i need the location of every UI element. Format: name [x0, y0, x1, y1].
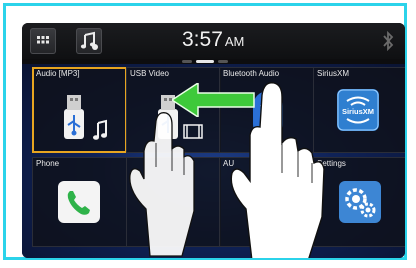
clock: 3:57 AM	[182, 28, 244, 52]
bluetooth-status-icon	[383, 30, 394, 52]
tile-label: USB Video	[130, 69, 169, 78]
head-unit-screen: 3:57 AM Audio [MP3] USB Video Bluetooth …	[22, 23, 405, 258]
menu-grid-icon	[37, 36, 49, 44]
current-source-button[interactable]	[76, 28, 102, 54]
siriusxm-icon: SiriusXM	[337, 89, 379, 131]
tile-audio-mp3[interactable]: Audio [MP3]	[32, 67, 127, 153]
page-indicator-3	[218, 60, 228, 63]
siriusxm-logo-text: SiriusXM	[342, 107, 374, 116]
hand-start-icon	[129, 112, 195, 257]
menu-button[interactable]	[30, 28, 56, 54]
clock-time: 3:57	[182, 28, 223, 51]
tile-label: Audio [MP3]	[36, 69, 80, 78]
clock-ampm: AM	[224, 34, 245, 49]
music-note-icon	[80, 31, 98, 50]
tile-phone[interactable]: Phone	[32, 157, 127, 247]
phone-icon	[58, 181, 100, 223]
page-indicator-1	[182, 60, 192, 63]
tile-label: Phone	[36, 159, 60, 168]
screenshot-frame: 3:57 AM Audio [MP3] USB Video Bluetooth …	[3, 3, 407, 260]
hand-end-icon	[230, 82, 325, 258]
status-bar: 3:57 AM	[22, 23, 405, 59]
page-indicator-active	[196, 60, 214, 63]
gear-icon	[339, 181, 381, 223]
usb-music-icon	[64, 95, 107, 140]
